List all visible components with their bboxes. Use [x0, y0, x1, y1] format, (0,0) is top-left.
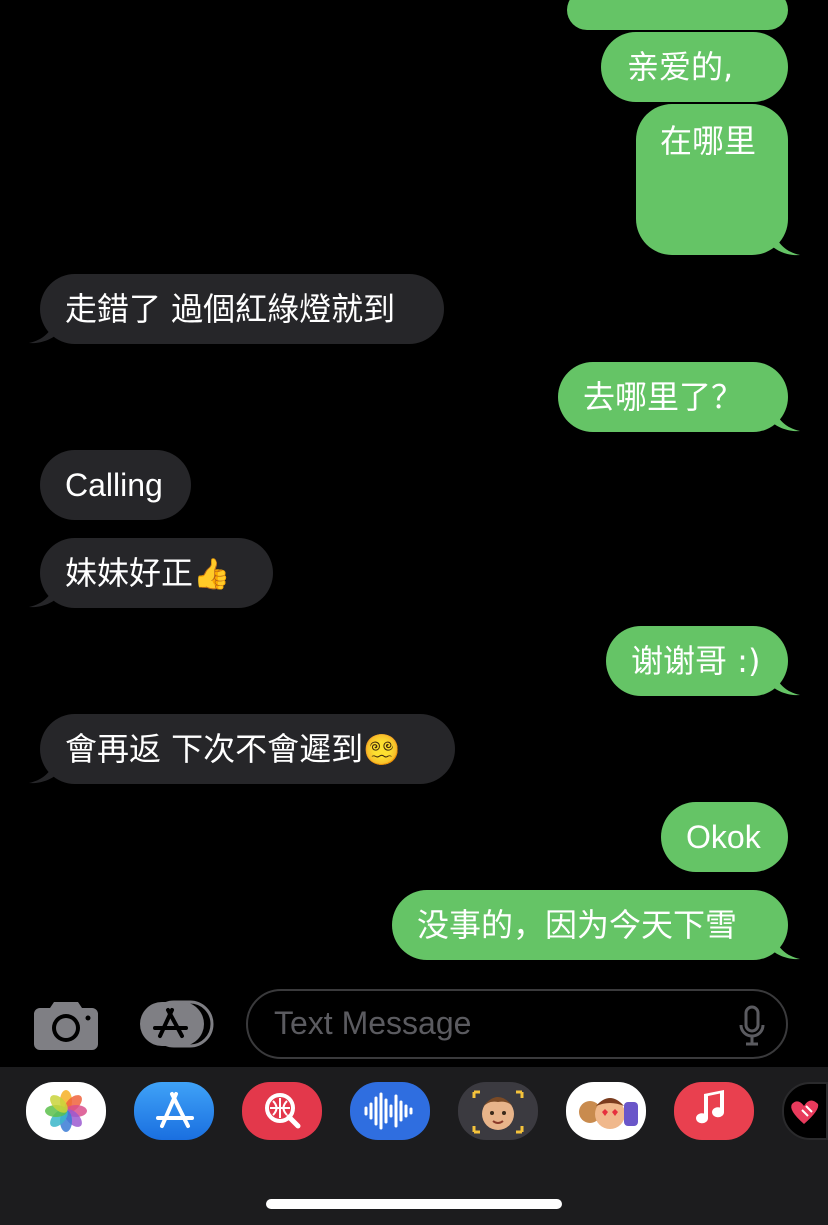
- animoji-icon[interactable]: [566, 1082, 646, 1140]
- microphone-icon[interactable]: [738, 1005, 766, 1047]
- bubble-tail: [29, 318, 57, 344]
- message-bubble-outgoing[interactable]: 在哪里: [636, 104, 788, 255]
- digital-touch-icon[interactable]: [782, 1082, 828, 1140]
- app-store-icon[interactable]: [134, 1082, 214, 1140]
- app-store-icon[interactable]: [138, 998, 214, 1050]
- bubble-tail: [772, 934, 800, 960]
- message-bubble-incoming[interactable]: 會再返 下次不會遲到😵‍💫: [40, 714, 455, 784]
- message-bubble-incoming[interactable]: 走錯了 過個紅綠燈就到: [40, 274, 444, 344]
- message-bubble-outgoing[interactable]: Okok: [661, 802, 788, 872]
- message-text: 去哪里了？: [583, 378, 744, 416]
- image-search-icon[interactable]: [242, 1082, 322, 1140]
- message-text: Calling: [65, 467, 163, 503]
- bubble-tail: [29, 582, 57, 608]
- camera-icon[interactable]: [34, 998, 98, 1050]
- message-text: 走錯了 過個紅綠燈就到: [65, 290, 396, 328]
- message-text: 亲爱的,: [627, 48, 734, 86]
- message-text: 没事的，因为今天下雪: [417, 906, 738, 944]
- message-bubble-outgoing[interactable]: 去哪里了？: [558, 362, 788, 432]
- music-icon[interactable]: [674, 1082, 754, 1140]
- text-message-placeholder: Text Message: [274, 1005, 472, 1041]
- message-text: 在哪里: [660, 122, 757, 160]
- message-bubble-outgoing[interactable]: 谢谢哥 :): [606, 626, 788, 696]
- message-bubble-outgoing[interactable]: 亲爱的,: [601, 32, 788, 102]
- message-bubble-outgoing[interactable]: 没事的，因为今天下雪: [392, 890, 788, 960]
- bubble-tail: [29, 758, 57, 784]
- bubble-tail: [772, 670, 800, 696]
- message-text: 會再返 下次不會遲到😵‍💫: [65, 730, 401, 768]
- message-text: 妹妹好正👍: [65, 554, 231, 592]
- home-indicator[interactable]: [266, 1199, 562, 1209]
- dizzy-face-emoji: 😵‍💫: [363, 733, 401, 768]
- message-bubble-incoming[interactable]: 妹妹好正👍: [40, 538, 273, 608]
- message-bubble-incoming[interactable]: Calling: [40, 450, 191, 520]
- message-text: 谢谢哥 :): [631, 642, 761, 680]
- bubble-tail: [772, 406, 800, 432]
- thumbs-up-emoji: 👍: [193, 557, 231, 592]
- text-message-input[interactable]: Text Message: [246, 989, 788, 1059]
- photos-icon[interactable]: [26, 1082, 106, 1140]
- message-bubble-outgoing[interactable]: [567, 0, 788, 30]
- memoji-icon[interactable]: [458, 1082, 538, 1140]
- message-text: Okok: [686, 819, 761, 855]
- audio-waveform-icon[interactable]: [350, 1082, 430, 1140]
- bubble-tail: [772, 230, 800, 256]
